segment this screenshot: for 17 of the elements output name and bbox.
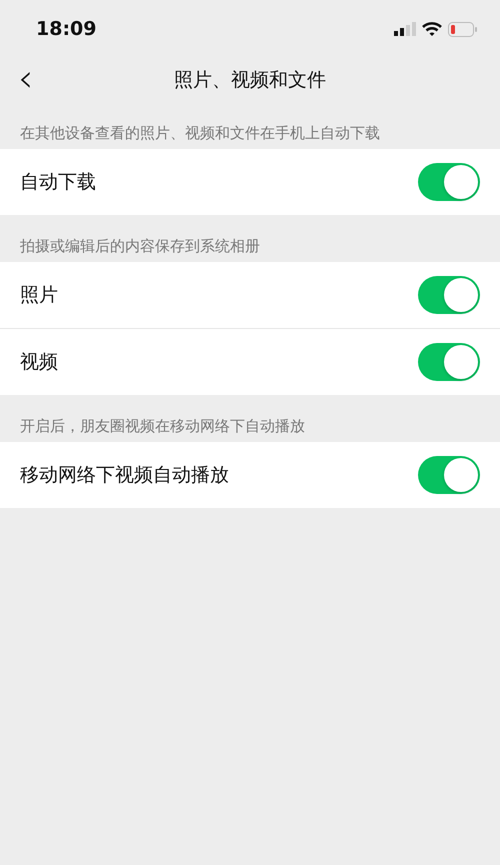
section-header: 拍摄或编辑后的内容保存到系统相册 — [19, 236, 261, 257]
section-header: 开启后，朋友圈视频在移动网络下自动播放 — [19, 416, 306, 437]
status-time: 18:09 — [36, 18, 96, 40]
back-button[interactable]: ‹ — [12, 60, 40, 96]
wifi-icon — [422, 22, 442, 36]
toggle-switch[interactable] — [418, 343, 480, 381]
setting-label: 自动下载 — [20, 170, 96, 195]
toggle-switch[interactable] — [418, 276, 480, 314]
setting-label: 移动网络下视频自动播放 — [20, 463, 229, 488]
page-title: 照片、视频和文件 — [174, 68, 326, 93]
setting-label: 照片 — [20, 283, 58, 308]
toggle-switch[interactable] — [418, 163, 480, 201]
battery-icon — [448, 22, 478, 36]
toggle-switch[interactable] — [418, 456, 480, 494]
section-header: 在其他设备查看的照片、视频和文件在手机上自动下载 — [19, 123, 381, 144]
setting-label: 视频 — [20, 350, 58, 375]
signal-icon — [394, 22, 416, 36]
